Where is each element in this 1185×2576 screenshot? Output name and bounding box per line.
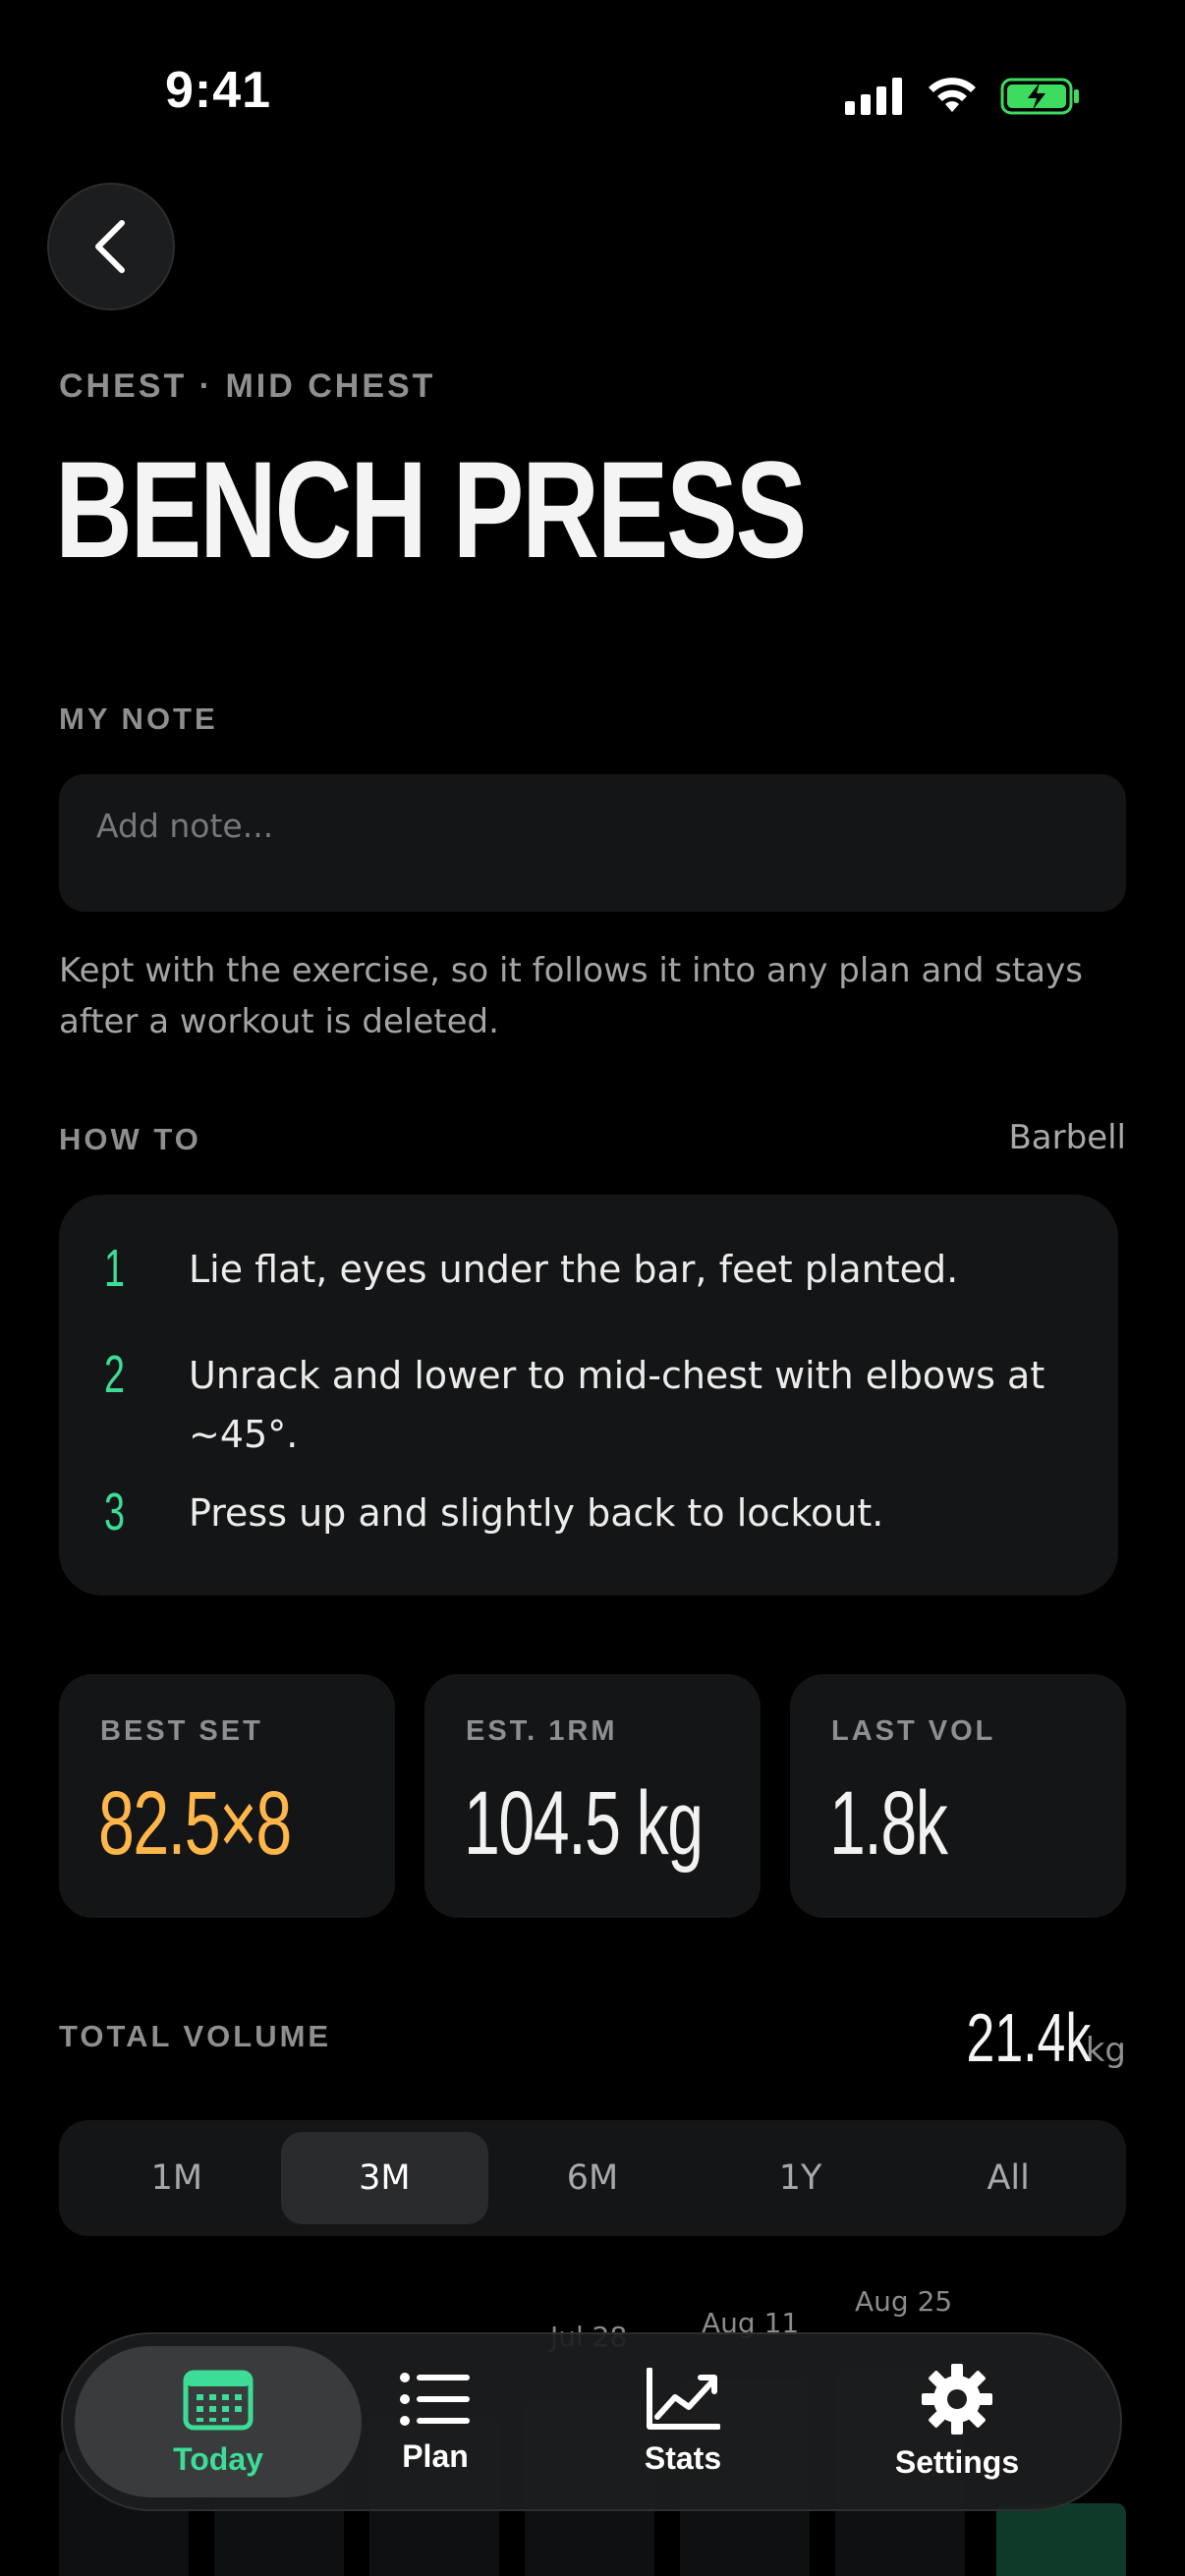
equipment-label: Barbell bbox=[1008, 1118, 1126, 1157]
how-to-label: HOW TO bbox=[59, 1122, 201, 1156]
stat-value: 104.5 kg bbox=[464, 1773, 704, 1874]
note-field[interactable] bbox=[59, 774, 1126, 912]
stat-label: EST. 1RM bbox=[466, 1715, 618, 1747]
my-note-label: MY NOTE bbox=[59, 701, 218, 736]
status-icons bbox=[845, 77, 1081, 116]
tab-today[interactable]: Today bbox=[75, 2346, 362, 2497]
gear-icon bbox=[922, 2363, 992, 2435]
exercise-title: BENCH PRESS bbox=[55, 432, 807, 587]
best-set-card: BEST SET 82.5×8 bbox=[59, 1674, 395, 1918]
status-time: 9:41 bbox=[165, 62, 272, 119]
total-volume-value: 21.4k kg bbox=[923, 1998, 1126, 2077]
stat-value: 82.5×8 bbox=[98, 1773, 292, 1874]
muscle-group-label: CHEST · MID CHEST bbox=[59, 367, 436, 405]
step-text: Press up and slightly back to lockout. bbox=[189, 1491, 884, 1535]
total-volume-label: TOTAL VOLUME bbox=[59, 2019, 332, 2053]
chart-bar bbox=[996, 2503, 1126, 2576]
note-help-text: Kept with the exercise, so it follows it… bbox=[59, 951, 1083, 1041]
step-number: 1 bbox=[104, 1239, 126, 1298]
how-to-card: 1 Lie flat, eyes under the bar, feet pla… bbox=[59, 1195, 1118, 1596]
chart-icon bbox=[647, 2367, 720, 2430]
list-icon bbox=[400, 2372, 470, 2426]
tab-label: Stats bbox=[644, 2439, 722, 2476]
exercise-detail-screen: 9:41 CHEST · MID CHEST BENCH PRESS MY NO… bbox=[0, 0, 1185, 2576]
tab-label: Today bbox=[173, 2440, 263, 2477]
chart-date-label: Aug 25 bbox=[855, 2285, 953, 2318]
total-volume-number: 21.4k bbox=[966, 1999, 1092, 2076]
note-input[interactable] bbox=[94, 806, 1091, 846]
step-number: 3 bbox=[104, 1483, 126, 1541]
range-tab-1m[interactable]: 1M bbox=[73, 2132, 281, 2224]
step-text: Unrack and lower to mid-chest with elbow… bbox=[189, 1354, 1045, 1456]
stat-label: LAST VOL bbox=[831, 1715, 996, 1747]
est-1rm-card: EST. 1RM 104.5 kg bbox=[424, 1674, 761, 1918]
stat-value: 1.8k bbox=[829, 1773, 948, 1874]
chevron-left-icon bbox=[95, 220, 125, 273]
calendar-icon bbox=[183, 2370, 254, 2430]
range-selector: 1M 3M 6M 1Y All bbox=[59, 2120, 1126, 2236]
stat-label: BEST SET bbox=[100, 1715, 263, 1747]
range-tab-3m[interactable]: 3M bbox=[280, 2132, 489, 2224]
range-tab-all[interactable]: All bbox=[904, 2132, 1112, 2224]
cellular-signal-icon bbox=[845, 78, 902, 115]
bottom-tab-bar: Today Plan Stats Settings bbox=[61, 2332, 1122, 2511]
step-text: Lie flat, eyes under the bar, feet plant… bbox=[189, 1248, 959, 1291]
step-number: 2 bbox=[104, 1345, 126, 1404]
range-tab-1y[interactable]: 1Y bbox=[697, 2132, 905, 2224]
tab-label: Plan bbox=[402, 2437, 469, 2474]
back-button[interactable] bbox=[47, 183, 175, 310]
battery-charging-icon bbox=[1000, 78, 1079, 115]
range-tab-6m[interactable]: 6M bbox=[488, 2132, 697, 2224]
last-vol-card: LAST VOL 1.8k bbox=[790, 1674, 1126, 1918]
tab-stats[interactable]: Stats bbox=[570, 2346, 796, 2497]
tab-label: Settings bbox=[894, 2443, 1020, 2480]
tab-settings[interactable]: Settings bbox=[819, 2346, 1095, 2497]
tab-plan[interactable]: Plan bbox=[322, 2346, 548, 2497]
total-volume-unit: kg bbox=[1085, 2031, 1126, 2070]
wifi-icon bbox=[929, 78, 976, 112]
